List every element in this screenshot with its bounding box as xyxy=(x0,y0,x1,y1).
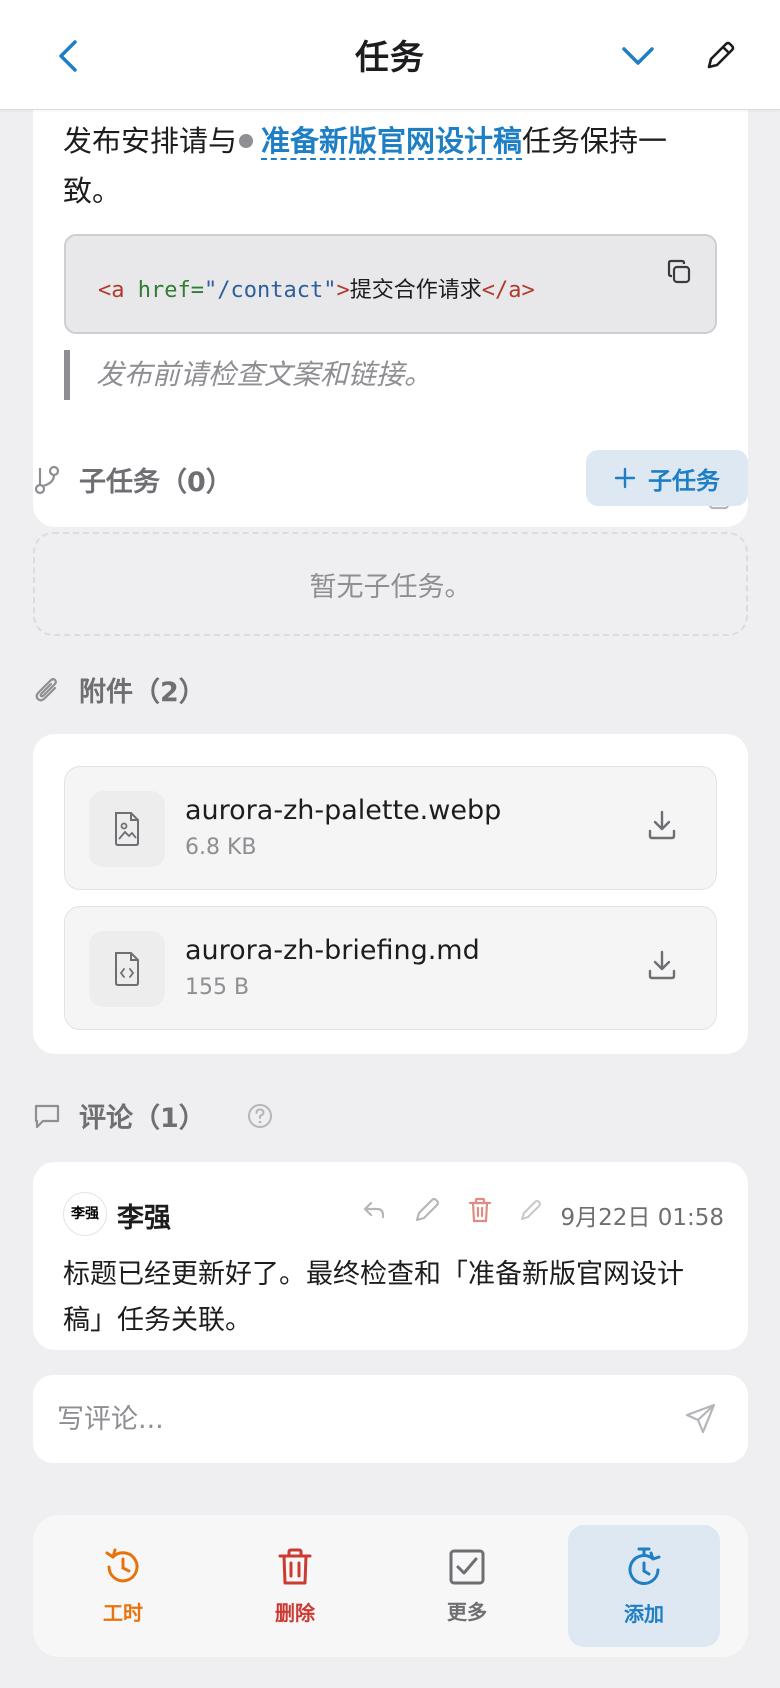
attachment-size: 6.8 KB xyxy=(185,835,257,860)
history-clock-icon xyxy=(105,1548,139,1582)
chevron-down-icon xyxy=(622,47,654,65)
help-circle-icon[interactable] xyxy=(246,1102,274,1130)
subtasks-empty-state: 暂无子任务。 xyxy=(33,532,748,636)
comments-title: 评论（1） xyxy=(79,1103,206,1134)
attachment-size: 155 B xyxy=(185,975,250,1000)
code-tag-open-end: > xyxy=(336,278,350,303)
delete-comment-icon[interactable] xyxy=(467,1196,493,1224)
comment-icon xyxy=(34,1104,60,1128)
edit-button[interactable] xyxy=(700,36,740,76)
pencil-icon xyxy=(707,41,735,69)
code-attr: href= xyxy=(124,278,204,303)
comment-time: 9月22日 01:58 xyxy=(560,1205,725,1231)
trash-icon xyxy=(278,1548,312,1584)
comment-actions xyxy=(361,1196,543,1224)
code-tag-open: <a xyxy=(98,278,125,303)
checkbox-icon xyxy=(449,1549,485,1584)
reply-icon[interactable] xyxy=(361,1197,387,1223)
tab-label: 添加 xyxy=(624,1601,664,1626)
attachment-item[interactable]: aurora-zh-palette.webp 6.8 KB xyxy=(64,766,717,890)
edit-comment-icon[interactable] xyxy=(413,1196,441,1224)
send-button[interactable] xyxy=(684,1401,718,1439)
description-paragraph: 发布安排请与 准备新版官网设计稿任务保持一致。 xyxy=(63,116,723,216)
add-subtask-label: 子任务 xyxy=(648,466,720,495)
subtasks-title: 子任务（0） xyxy=(79,467,233,498)
timer-add-icon xyxy=(628,1547,661,1585)
status-dot-icon xyxy=(239,134,254,148)
copy-code-button[interactable] xyxy=(665,258,693,290)
comment-item: 李强 李强 9月22日 01:58 标题已经更新好了。最终检查和「准备新版官网设… xyxy=(33,1162,748,1350)
expand-button[interactable] xyxy=(618,36,658,76)
task-link[interactable]: 准备新版官网设计稿 xyxy=(261,124,523,160)
scroll-content[interactable]: 发布安排请与 准备新版官网设计稿任务保持一致。 <a href="/contact… xyxy=(0,110,780,1688)
code-inner-text: 提交合作请求 xyxy=(349,278,482,303)
paperclip-icon xyxy=(35,677,57,701)
image-file-icon xyxy=(89,791,165,867)
tab-label: 删除 xyxy=(275,1600,315,1625)
tab-label: 工时 xyxy=(103,1600,143,1625)
comment-input-box xyxy=(33,1375,748,1463)
subtasks-header: 子任务（0） xyxy=(33,460,233,499)
attachment-item[interactable]: aurora-zh-briefing.md 155 B xyxy=(64,906,717,1030)
code-block: <a href="/contact">提交合作请求</a> xyxy=(64,234,717,334)
tab-label: 更多 xyxy=(447,1599,487,1624)
top-nav-bar: 任务 xyxy=(0,0,780,110)
avatar: 李强 xyxy=(63,1192,107,1236)
send-icon xyxy=(685,1403,716,1434)
tab-add[interactable]: 添加 xyxy=(568,1525,720,1647)
attachments-header: 附件（2） xyxy=(33,670,206,709)
add-subtask-button[interactable]: 子任务 xyxy=(586,450,748,506)
comments-header: 评论（1） xyxy=(33,1096,274,1135)
attachments-title: 附件（2） xyxy=(79,677,206,708)
tab-worktime[interactable]: 工时 xyxy=(47,1525,199,1647)
plus-icon xyxy=(614,467,636,489)
code-value: "/contact" xyxy=(203,278,337,303)
copy-icon xyxy=(667,259,691,284)
subtasks-empty-text: 暂无子任务。 xyxy=(309,571,472,603)
download-button[interactable] xyxy=(646,949,678,985)
comment-input[interactable] xyxy=(57,1375,617,1463)
description-text-before: 发布安排请与 xyxy=(63,124,238,158)
download-icon xyxy=(648,810,676,840)
attachments-card: aurora-zh-palette.webp 6.8 KB aurora-zh-… xyxy=(33,734,748,1054)
code-content: <a href="/contact">提交合作请求</a> xyxy=(98,272,535,304)
comment-author: 李强 xyxy=(117,1203,171,1234)
download-button[interactable] xyxy=(646,809,678,845)
download-icon xyxy=(648,950,676,980)
bottom-action-bar: 工时 删除 更多 添加 xyxy=(33,1515,748,1657)
comment-body: 标题已经更新好了。最终检查和「准备新版官网设计稿」任务关联。 xyxy=(63,1259,684,1336)
branch-icon xyxy=(34,465,60,494)
attachment-name: aurora-zh-briefing.md xyxy=(185,935,480,966)
code-tag-close: </a> xyxy=(481,278,535,303)
attachment-name: aurora-zh-palette.webp xyxy=(185,795,502,826)
block-quote: 发布前请检查文案和链接。 xyxy=(64,350,714,400)
code-file-icon xyxy=(89,931,165,1007)
edited-pencil-icon xyxy=(521,1200,541,1220)
tab-delete[interactable]: 删除 xyxy=(219,1525,371,1647)
page-title: 任务 xyxy=(355,38,425,78)
tab-more[interactable]: 更多 xyxy=(391,1525,543,1647)
